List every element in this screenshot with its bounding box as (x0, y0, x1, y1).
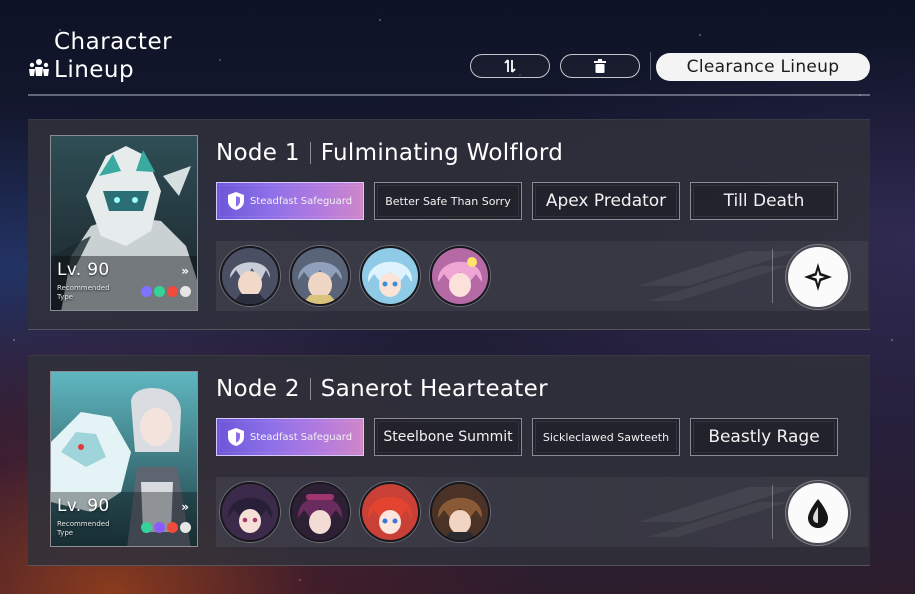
node-label: Node 1 (216, 140, 300, 166)
recommended-type-label: Recommended Type (57, 284, 110, 302)
enemy-level: Lv. 90 (57, 260, 110, 280)
tag-sickleclawed-sawteeth[interactable]: Sickleclawed Sawteeth (532, 418, 680, 456)
buff-tag-label: Steadfast Safeguard (249, 431, 353, 443)
character-avatar-3 (362, 248, 418, 304)
recommended-type-label: Recommended Type (57, 520, 110, 538)
trash-icon (594, 59, 606, 73)
team-icon (29, 59, 49, 76)
recommended-type-label-line2: Type (57, 293, 74, 301)
enemy-name: Fulminating Wolflord (320, 140, 564, 166)
enemy-level: Lv. 90 (57, 496, 110, 516)
enemy-name: Sanerot Hearteater (320, 376, 548, 402)
shield-icon (227, 428, 244, 446)
recommended-type-label-line1: Recommended (57, 520, 110, 528)
team-divider (772, 249, 773, 303)
recommended-types (141, 286, 191, 297)
wind-type-icon (141, 522, 152, 533)
delete-lineup-button[interactable] (560, 54, 640, 78)
enemy-portrait[interactable]: Lv. 90 Recommended Type » (50, 135, 198, 311)
recommended-types (141, 522, 191, 533)
character-avatar-4 (432, 484, 488, 540)
team-divider (772, 485, 773, 539)
enemy-portrait[interactable]: Lv. 90 Recommended Type » (50, 371, 198, 547)
character-avatar[interactable] (220, 246, 280, 306)
imaginary-type-icon (141, 286, 152, 297)
physical-type-icon (180, 522, 191, 533)
page-title-line2: Lineup (54, 57, 135, 83)
character-avatar-4 (432, 248, 488, 304)
swap-icon (504, 59, 516, 73)
double-chevron-icon[interactable]: » (181, 500, 189, 514)
node-card-2: Lv. 90 Recommended Type » Node 2 Sanerot… (28, 355, 870, 566)
page-title: Character Lineup (54, 28, 172, 84)
node-title: Node 2 Sanerot Hearteater (216, 375, 548, 403)
character-avatar[interactable] (430, 482, 490, 542)
swap-lineup-button[interactable] (470, 54, 550, 78)
node-title: Node 1 Fulminating Wolflord (216, 139, 563, 167)
character-avatar-3 (362, 484, 418, 540)
character-avatar[interactable] (290, 246, 350, 306)
team-lineup-bar (216, 241, 868, 311)
wind-type-icon (154, 286, 165, 297)
node-label: Node 2 (216, 376, 300, 402)
character-avatar[interactable] (360, 482, 420, 542)
character-avatar-1 (222, 248, 278, 304)
team-avatars (220, 482, 490, 542)
title-divider (309, 142, 311, 164)
node-tags: Steadfast Safeguard Steelbone Summit Sic… (216, 418, 838, 456)
tag-apex-predator[interactable]: Apex Predator (532, 182, 680, 220)
page-title-line1: Character (54, 29, 173, 55)
weakness-button[interactable] (788, 483, 848, 543)
team-lineup-bar (216, 477, 868, 547)
quantum-type-icon (154, 522, 165, 533)
physical-type-icon (180, 286, 191, 297)
character-avatar-2 (292, 484, 348, 540)
team-avatars (220, 246, 490, 306)
tag-till-death[interactable]: Till Death (690, 182, 838, 220)
fire-type-icon (167, 522, 178, 533)
physical-weakness-icon (804, 263, 832, 291)
fire-type-icon (167, 286, 178, 297)
stripe-decoration (638, 251, 798, 301)
drop-weakness-icon (808, 499, 828, 528)
character-avatar[interactable] (430, 246, 490, 306)
shield-icon (227, 192, 244, 210)
header-divider (650, 52, 651, 80)
character-avatar-2 (292, 248, 348, 304)
character-avatar-1 (222, 484, 278, 540)
character-avatar[interactable] (360, 246, 420, 306)
tag-beastly-rage[interactable]: Beastly Rage (690, 418, 838, 456)
stripe-decoration (638, 487, 798, 537)
double-chevron-icon[interactable]: » (181, 264, 189, 278)
recommended-type-label-line1: Recommended (57, 284, 110, 292)
tag-better-safe-than-sorry[interactable]: Better Safe Than Sorry (374, 182, 522, 220)
node-tags: Steadfast Safeguard Better Safe Than Sor… (216, 182, 838, 220)
weakness-button[interactable] (788, 247, 848, 307)
tag-steelbone-summit[interactable]: Steelbone Summit (374, 418, 522, 456)
character-avatar[interactable] (290, 482, 350, 542)
page-header: Character Lineup Clearance Lineup (28, 28, 870, 96)
buff-tag[interactable]: Steadfast Safeguard (216, 182, 364, 220)
title-divider (309, 378, 311, 400)
character-avatar[interactable] (220, 482, 280, 542)
buff-tag[interactable]: Steadfast Safeguard (216, 418, 364, 456)
buff-tag-label: Steadfast Safeguard (249, 195, 353, 207)
node-card-1: Lv. 90 Recommended Type » Node 1 Fulmina… (28, 119, 870, 330)
recommended-type-label-line2: Type (57, 529, 74, 537)
clearance-lineup-button[interactable]: Clearance Lineup (656, 53, 870, 81)
